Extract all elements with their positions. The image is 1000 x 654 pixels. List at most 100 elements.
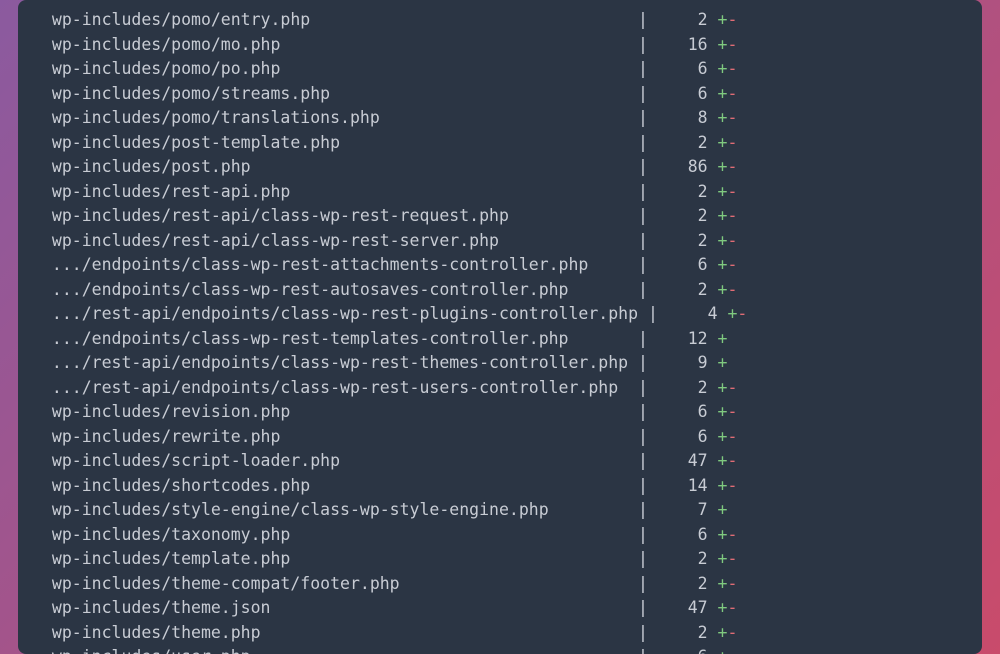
change-count: 6	[658, 427, 718, 446]
diffstat-row: .../endpoints/class-wp-rest-attachments-…	[18, 253, 982, 278]
deletions-indicator: -	[727, 206, 737, 225]
file-path: wp-includes/taxonomy.php	[42, 525, 628, 544]
additions-indicator: +	[718, 59, 728, 78]
separator-pipe: |	[628, 182, 658, 201]
file-path: .../rest-api/endpoints/class-wp-rest-use…	[42, 378, 628, 397]
file-path: wp-includes/theme.php	[42, 623, 628, 642]
additions-indicator: +	[718, 255, 728, 274]
change-count: 2	[658, 549, 718, 568]
additions-indicator: +	[727, 304, 737, 323]
diffstat-row: wp-includes/style-engine/class-wp-style-…	[18, 498, 982, 523]
deletions-indicator: -	[727, 378, 737, 397]
change-count: 47	[658, 451, 718, 470]
change-count: 6	[658, 402, 718, 421]
separator-pipe: |	[628, 255, 658, 274]
additions-indicator: +	[718, 647, 728, 654]
separator-pipe: |	[628, 84, 658, 103]
additions-indicator: +	[718, 280, 728, 299]
file-path: .../endpoints/class-wp-rest-templates-co…	[42, 329, 628, 348]
diffstat-row: wp-includes/pomo/entry.php | 2 +-	[18, 8, 982, 33]
additions-indicator: +	[718, 500, 728, 519]
file-path: .../rest-api/endpoints/class-wp-rest-plu…	[42, 304, 638, 323]
deletions-indicator: -	[727, 476, 737, 495]
additions-indicator: +	[718, 549, 728, 568]
diffstat-row: wp-includes/post-template.php | 2 +-	[18, 131, 982, 156]
deletions-indicator: -	[727, 255, 737, 274]
separator-pipe: |	[628, 353, 658, 372]
file-path: wp-includes/pomo/translations.php	[42, 108, 628, 127]
deletions-indicator: -	[727, 35, 737, 54]
deletions-indicator: -	[727, 108, 737, 127]
additions-indicator: +	[718, 451, 728, 470]
change-count: 2	[658, 231, 718, 250]
deletions-indicator: -	[727, 84, 737, 103]
additions-indicator: +	[718, 525, 728, 544]
change-count: 9	[658, 353, 718, 372]
diffstat-output: wp-includes/pomo/entry.php | 2 +- wp-inc…	[18, 8, 982, 654]
separator-pipe: |	[628, 500, 658, 519]
change-count: 2	[658, 574, 718, 593]
separator-pipe: |	[628, 451, 658, 470]
diffstat-row: .../endpoints/class-wp-rest-autosaves-co…	[18, 278, 982, 303]
change-count: 6	[658, 525, 718, 544]
diffstat-row: wp-includes/rest-api.php | 2 +-	[18, 180, 982, 205]
diffstat-row: wp-includes/pomo/po.php | 6 +-	[18, 57, 982, 82]
separator-pipe: |	[628, 10, 658, 29]
change-count: 4	[668, 304, 728, 323]
separator-pipe: |	[628, 280, 658, 299]
separator-pipe: |	[628, 329, 658, 348]
file-path: wp-includes/pomo/mo.php	[42, 35, 628, 54]
change-count: 86	[658, 157, 718, 176]
separator-pipe: |	[628, 108, 658, 127]
change-count: 16	[658, 35, 718, 54]
deletions-indicator: -	[727, 157, 737, 176]
diffstat-row: wp-includes/pomo/translations.php | 8 +-	[18, 106, 982, 131]
separator-pipe: |	[628, 427, 658, 446]
change-count: 2	[658, 378, 718, 397]
file-path: wp-includes/style-engine/class-wp-style-…	[42, 500, 628, 519]
additions-indicator: +	[718, 329, 728, 348]
change-count: 2	[658, 10, 718, 29]
additions-indicator: +	[718, 378, 728, 397]
additions-indicator: +	[718, 623, 728, 642]
terminal-window: wp-includes/pomo/entry.php | 2 +- wp-inc…	[18, 0, 982, 654]
change-count: 8	[658, 108, 718, 127]
file-path: wp-includes/post-template.php	[42, 133, 628, 152]
diffstat-row: wp-includes/post.php | 86 +-	[18, 155, 982, 180]
file-path: .../endpoints/class-wp-rest-autosaves-co…	[42, 280, 628, 299]
deletions-indicator: -	[727, 549, 737, 568]
change-count: 14	[658, 476, 718, 495]
separator-pipe: |	[628, 574, 658, 593]
change-count: 47	[658, 598, 718, 617]
separator-pipe: |	[628, 402, 658, 421]
diffstat-row: wp-includes/taxonomy.php | 6 +-	[18, 523, 982, 548]
separator-pipe: |	[628, 35, 658, 54]
deletions-indicator: -	[727, 451, 737, 470]
additions-indicator: +	[718, 598, 728, 617]
diffstat-row: wp-includes/rewrite.php | 6 +-	[18, 425, 982, 450]
change-count: 2	[658, 133, 718, 152]
file-path: .../rest-api/endpoints/class-wp-rest-the…	[42, 353, 628, 372]
file-path: wp-includes/shortcodes.php	[42, 476, 628, 495]
additions-indicator: +	[718, 10, 728, 29]
file-path: wp-includes/user.php	[42, 647, 628, 654]
separator-pipe: |	[628, 623, 658, 642]
separator-pipe: |	[628, 549, 658, 568]
additions-indicator: +	[718, 84, 728, 103]
deletions-indicator: -	[727, 59, 737, 78]
deletions-indicator: -	[727, 427, 737, 446]
deletions-indicator: -	[727, 525, 737, 544]
separator-pipe: |	[628, 133, 658, 152]
diffstat-row: wp-includes/template.php | 2 +-	[18, 547, 982, 572]
additions-indicator: +	[718, 133, 728, 152]
diffstat-row: wp-includes/theme.php | 2 +-	[18, 621, 982, 646]
separator-pipe: |	[638, 304, 668, 323]
additions-indicator: +	[718, 402, 728, 421]
additions-indicator: +	[718, 157, 728, 176]
additions-indicator: +	[718, 231, 728, 250]
additions-indicator: +	[718, 108, 728, 127]
additions-indicator: +	[718, 182, 728, 201]
file-path: wp-includes/rest-api/class-wp-rest-serve…	[42, 231, 628, 250]
separator-pipe: |	[628, 59, 658, 78]
file-path: wp-includes/pomo/po.php	[42, 59, 628, 78]
